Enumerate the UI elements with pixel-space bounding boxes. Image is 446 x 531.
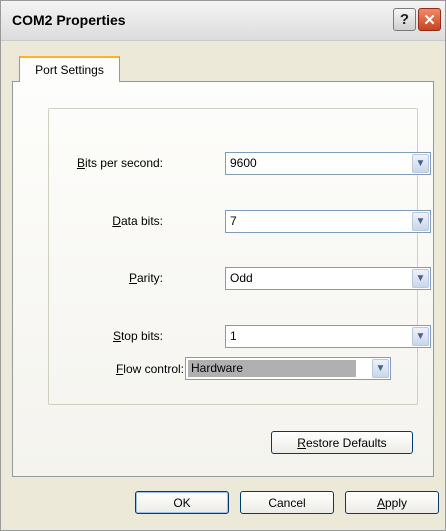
flow-control-value: Hardware [188,360,356,377]
cancel-button[interactable]: Cancel [240,491,334,514]
flow-control-select[interactable]: Hardware ▼ [185,357,391,380]
data-bits-value: 7 [230,214,237,228]
apply-access-key: A [376,495,385,510]
chevron-down-icon[interactable]: ▼ [412,212,429,231]
parity-select[interactable]: Odd ▼ [225,267,431,290]
apply-button[interactable]: Apply [345,491,439,514]
help-button[interactable]: ? [393,8,416,31]
tab-port-settings[interactable]: Port Settings [19,56,120,82]
chevron-down-icon[interactable]: ▼ [412,269,429,288]
close-icon: ✕ [423,11,436,29]
bits-per-second-label: Bits per second: [76,156,163,170]
restore-label: estore Defaults [305,435,387,450]
chevron-down-icon[interactable]: ▼ [372,359,389,378]
stop-bits-select[interactable]: 1 ▼ [225,325,431,348]
window-title: COM2 Properties [12,12,126,28]
flow-control-label-text: Flow control: [115,362,184,376]
restore-access-key: R [297,435,306,450]
data-bits-select[interactable]: 7 ▼ [225,210,431,233]
stop-bits-value: 1 [230,329,237,343]
parity-label: Parity: [128,271,163,285]
ok-label: OK [173,495,191,510]
stop-bits-label: Stop bits: [112,329,163,343]
close-button[interactable]: ✕ [418,8,441,31]
parity-value: Odd [230,271,253,285]
data-bits-label: Data bits: [112,214,163,228]
bits-per-second-value: 9600 [230,156,257,170]
port-settings-panel: Bits per second: 9600 ▼ Data bits: 7 ▼ P… [12,81,434,477]
apply-label: pply [385,495,408,510]
bits-per-second-select[interactable]: 9600 ▼ [225,152,431,175]
restore-defaults-button[interactable]: Restore Defaults [271,431,413,454]
ok-button[interactable]: OK [135,491,229,514]
help-icon: ? [399,11,410,28]
chevron-down-icon[interactable]: ▼ [412,154,429,173]
title-bar[interactable]: COM2 Properties ? ✕ [1,1,445,41]
chevron-down-icon[interactable]: ▼ [412,327,429,346]
tab-label: Port Settings [35,63,104,77]
cancel-label: Cancel [268,495,306,510]
